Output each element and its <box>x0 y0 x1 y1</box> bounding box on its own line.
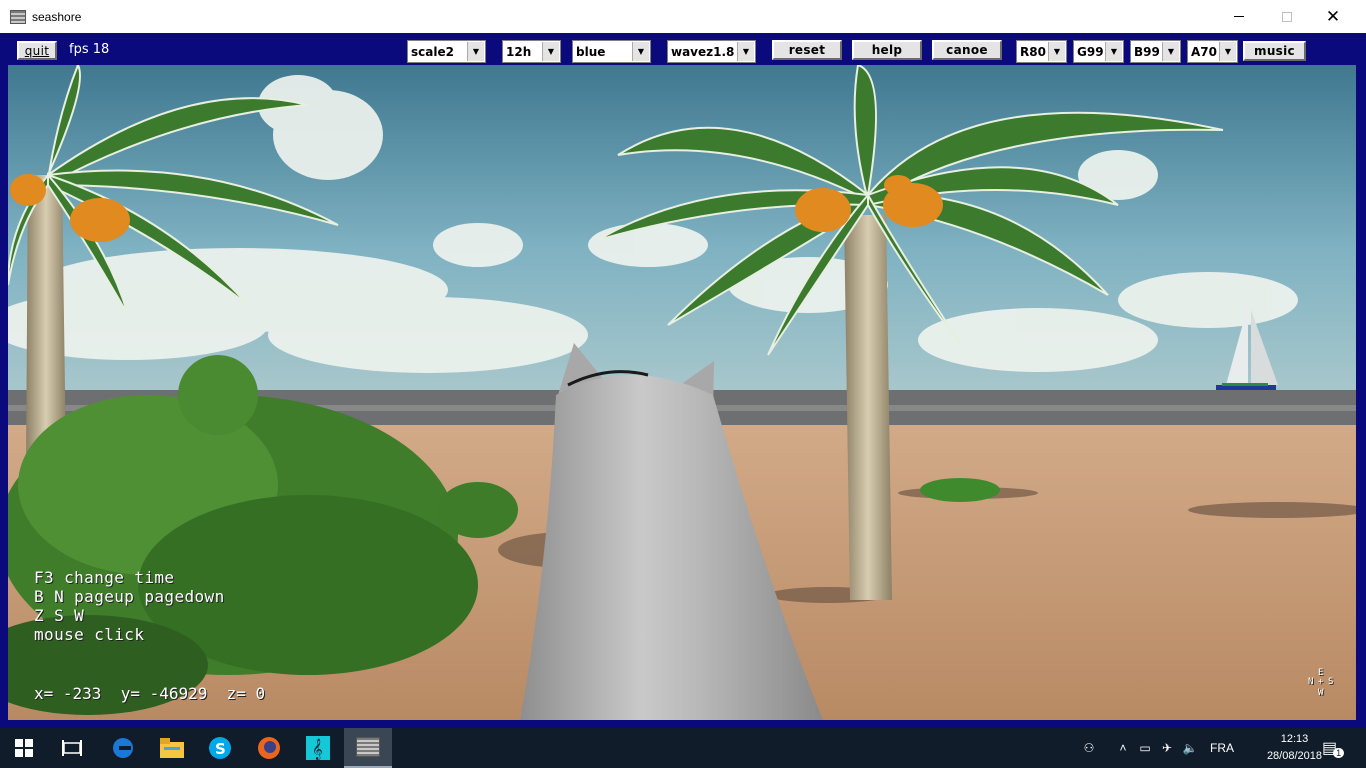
compass-west: W <box>1318 688 1324 698</box>
volume-icon[interactable]: 🔈 <box>1178 741 1202 755</box>
svg-text:S: S <box>215 740 226 758</box>
wave-select-value: wavez1.8 <box>671 44 735 59</box>
scale-select-value: scale2 <box>411 44 454 59</box>
windows-start-icon <box>15 739 33 757</box>
chevron-down-icon: ▼ <box>632 42 649 61</box>
system-tray: ⚇ ˄ ▭ ✈ 🔈 FRA <box>1078 728 1234 768</box>
minimize-button[interactable] <box>1216 0 1262 33</box>
fps-counter: fps 18 <box>69 42 110 57</box>
green-select-value: G99 <box>1077 44 1104 59</box>
chevron-down-icon: ▼ <box>1105 42 1122 61</box>
frame-bottom <box>0 720 1366 728</box>
music-app-icon: 𝄞 <box>306 736 330 760</box>
firefox-icon <box>258 737 280 759</box>
chevron-down-icon: ▼ <box>1219 42 1236 61</box>
edge-button[interactable] <box>99 728 147 768</box>
clock[interactable]: 12:13 28/08/2018 <box>1267 731 1322 765</box>
skype-button[interactable]: S <box>196 728 244 768</box>
help-button[interactable]: help <box>852 40 922 60</box>
file-explorer-icon <box>160 738 184 758</box>
blue-select-value: B99 <box>1134 44 1160 59</box>
toolbar: quit fps 18 scale2 ▼ 12h ▼ blue ▼ wavez1… <box>0 33 1366 65</box>
close-button[interactable]: ✕ <box>1310 0 1356 33</box>
language-indicator[interactable]: FRA <box>1210 741 1234 755</box>
chevron-down-icon: ▼ <box>467 42 484 61</box>
time-select-value: 12h <box>506 44 532 59</box>
alpha-select[interactable]: A70 ▼ <box>1187 40 1238 63</box>
maximize-icon <box>1282 11 1292 22</box>
frame-left <box>0 65 8 720</box>
compass-north: N <box>1308 677 1314 687</box>
help-line-1: F3 change time <box>34 568 175 587</box>
help-line-2: B N pageup pagedown <box>34 587 225 606</box>
time-select[interactable]: 12h ▼ <box>502 40 561 63</box>
battery-icon[interactable]: ▭ <box>1134 741 1156 755</box>
minimize-icon <box>1234 16 1244 17</box>
3d-viewport[interactable]: F3 change time B N pageup pagedown Z S W… <box>8 65 1356 720</box>
wave-select[interactable]: wavez1.8 ▼ <box>667 40 756 63</box>
chevron-down-icon: ▼ <box>542 42 559 61</box>
chevron-down-icon: ▼ <box>1162 42 1179 61</box>
notification-count: 1 <box>1333 748 1345 758</box>
frame-right <box>1356 65 1366 720</box>
skype-icon: S <box>209 737 231 759</box>
task-view-button[interactable] <box>48 728 96 768</box>
alpha-select-value: A70 <box>1191 44 1217 59</box>
windows-start-button[interactable] <box>0 728 48 768</box>
clock-time: 12:13 <box>1280 733 1309 745</box>
red-select[interactable]: R80 ▼ <box>1016 40 1067 63</box>
compass-icon: E N + S W <box>1306 668 1342 702</box>
chevron-down-icon: ▼ <box>737 42 754 61</box>
reset-button[interactable]: reset <box>772 40 842 60</box>
window-title: seashore <box>32 9 82 24</box>
firefox-button[interactable] <box>245 728 293 768</box>
music-button[interactable]: music <box>1243 41 1306 61</box>
music-app-button[interactable]: 𝄞 <box>294 728 342 768</box>
canoe-button[interactable]: canoe <box>932 40 1002 60</box>
people-icon[interactable]: ⚇ <box>1078 741 1100 755</box>
compass-center: + <box>1318 677 1324 687</box>
svg-text:𝄞: 𝄞 <box>312 739 323 760</box>
green-select[interactable]: G99 ▼ <box>1073 40 1124 63</box>
red-select-value: R80 <box>1020 44 1046 59</box>
help-line-3: Z S W <box>34 606 85 625</box>
notification-button[interactable]: ▤ 1 <box>1322 728 1352 768</box>
seashore-taskbar-button[interactable] <box>344 728 392 768</box>
maximize-button[interactable] <box>1264 0 1310 33</box>
close-icon: ✕ <box>1325 6 1341 26</box>
task-view-icon <box>62 740 82 756</box>
scene-render <box>8 65 1356 720</box>
title-bar: seashore ✕ <box>0 0 1366 33</box>
chevron-down-icon: ▼ <box>1048 42 1065 61</box>
color-select-value: blue <box>576 44 606 59</box>
airplane-icon[interactable]: ✈ <box>1156 741 1178 755</box>
seashore-app-icon <box>10 9 26 24</box>
seashore-app-icon <box>356 737 380 757</box>
position-readout: x= -233 y= -46929 z= 0 <box>34 684 266 703</box>
quit-button[interactable]: quit <box>17 41 57 60</box>
edge-icon <box>113 738 133 758</box>
blue-select[interactable]: B99 ▼ <box>1130 40 1181 63</box>
compass-south: S <box>1328 677 1334 687</box>
color-select[interactable]: blue ▼ <box>572 40 651 63</box>
file-explorer-button[interactable] <box>148 728 196 768</box>
small-shrub <box>920 478 1000 502</box>
taskbar: S 𝄞 ⚇ ˄ ▭ ✈ 🔈 FRA 12:13 28/08/2018 ▤ 1 <box>0 728 1366 768</box>
chevron-up-icon[interactable]: ˄ <box>1112 741 1134 755</box>
scale-select[interactable]: scale2 ▼ <box>407 40 486 63</box>
clock-date: 28/08/2018 <box>1266 750 1322 762</box>
help-line-4: mouse click <box>34 625 145 644</box>
